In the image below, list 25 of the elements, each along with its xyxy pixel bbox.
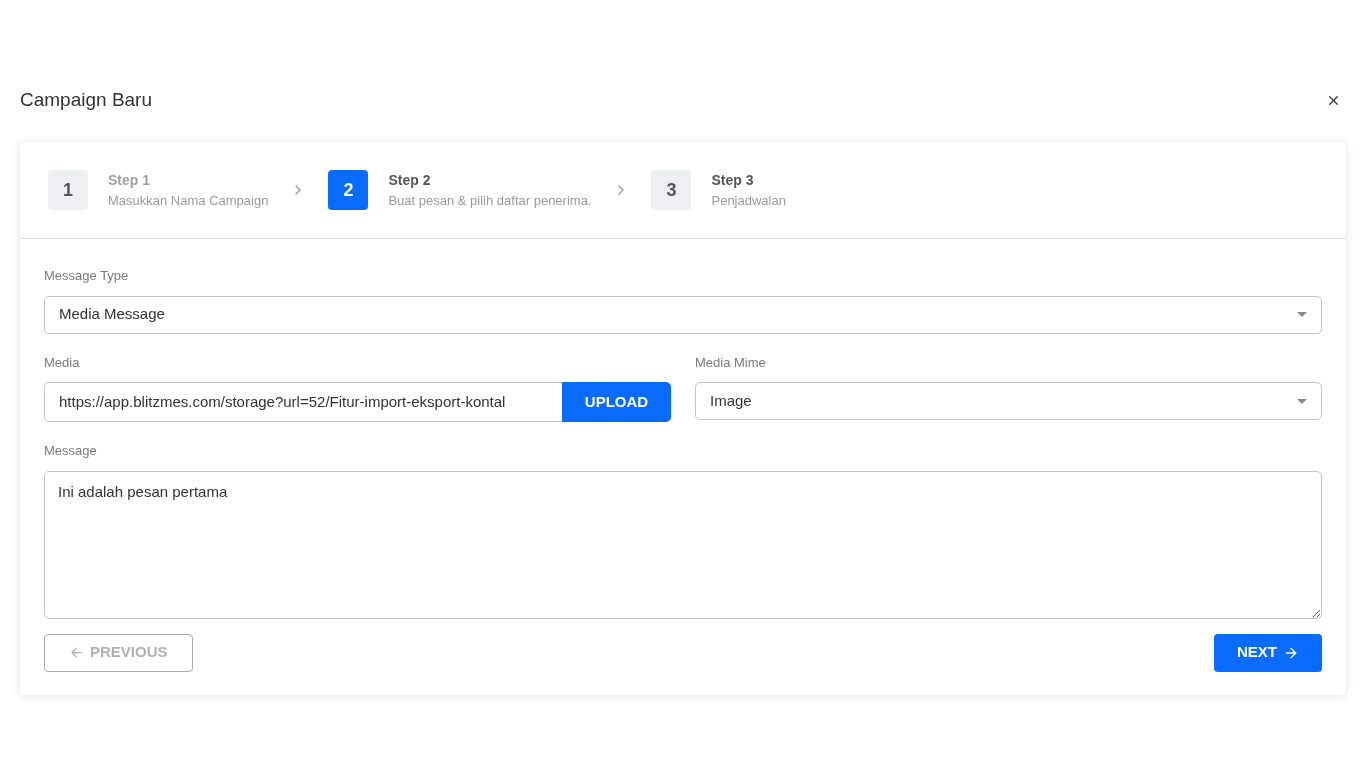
step-subtitle: Penjadwalan	[711, 191, 786, 210]
next-button[interactable]: NEXT	[1214, 633, 1322, 672]
step-subtitle: Masukkan Nama Campaign	[108, 191, 269, 210]
dialog-title: Campaign Baru	[20, 87, 153, 112]
message-field[interactable]: Ini adalah pesan pertama	[44, 470, 1322, 619]
step-title: Step 3	[711, 170, 755, 190]
media-url-field[interactable]: https://app.blitzmes.com/storage?url=52/Fitur-import-eksport-kontal	[44, 382, 562, 422]
step-item[interactable]: 3 Step 3 Penjadwalan	[651, 169, 786, 211]
step-item[interactable]: 2 Step 2 Buat pesan & pilih daftar penerima.	[328, 169, 592, 211]
field-label: Media Mime	[695, 353, 767, 372]
step-title: Step 1	[108, 170, 151, 190]
step-number: 2	[328, 170, 369, 210]
field-label: Message	[44, 442, 98, 460]
field-label: Message Type	[44, 267, 130, 285]
upload-button[interactable]: UPLOAD	[562, 382, 671, 422]
step-title: Step 2	[388, 170, 432, 190]
step-number: 1	[48, 170, 88, 210]
step-subtitle: Buat pesan & pilih daftar penerima.	[388, 191, 592, 210]
step-number: 3	[651, 170, 692, 210]
dropdown-caret-icon	[1297, 398, 1307, 404]
dropdown-caret-icon	[1297, 312, 1307, 317]
message-type-select[interactable]: Media Message	[44, 295, 1322, 334]
media-mime-select[interactable]: Image	[695, 382, 1322, 420]
field-label: Media	[44, 353, 81, 372]
step-item[interactable]: 1 Step 1 Masukkan Nama Campaign	[48, 169, 269, 211]
